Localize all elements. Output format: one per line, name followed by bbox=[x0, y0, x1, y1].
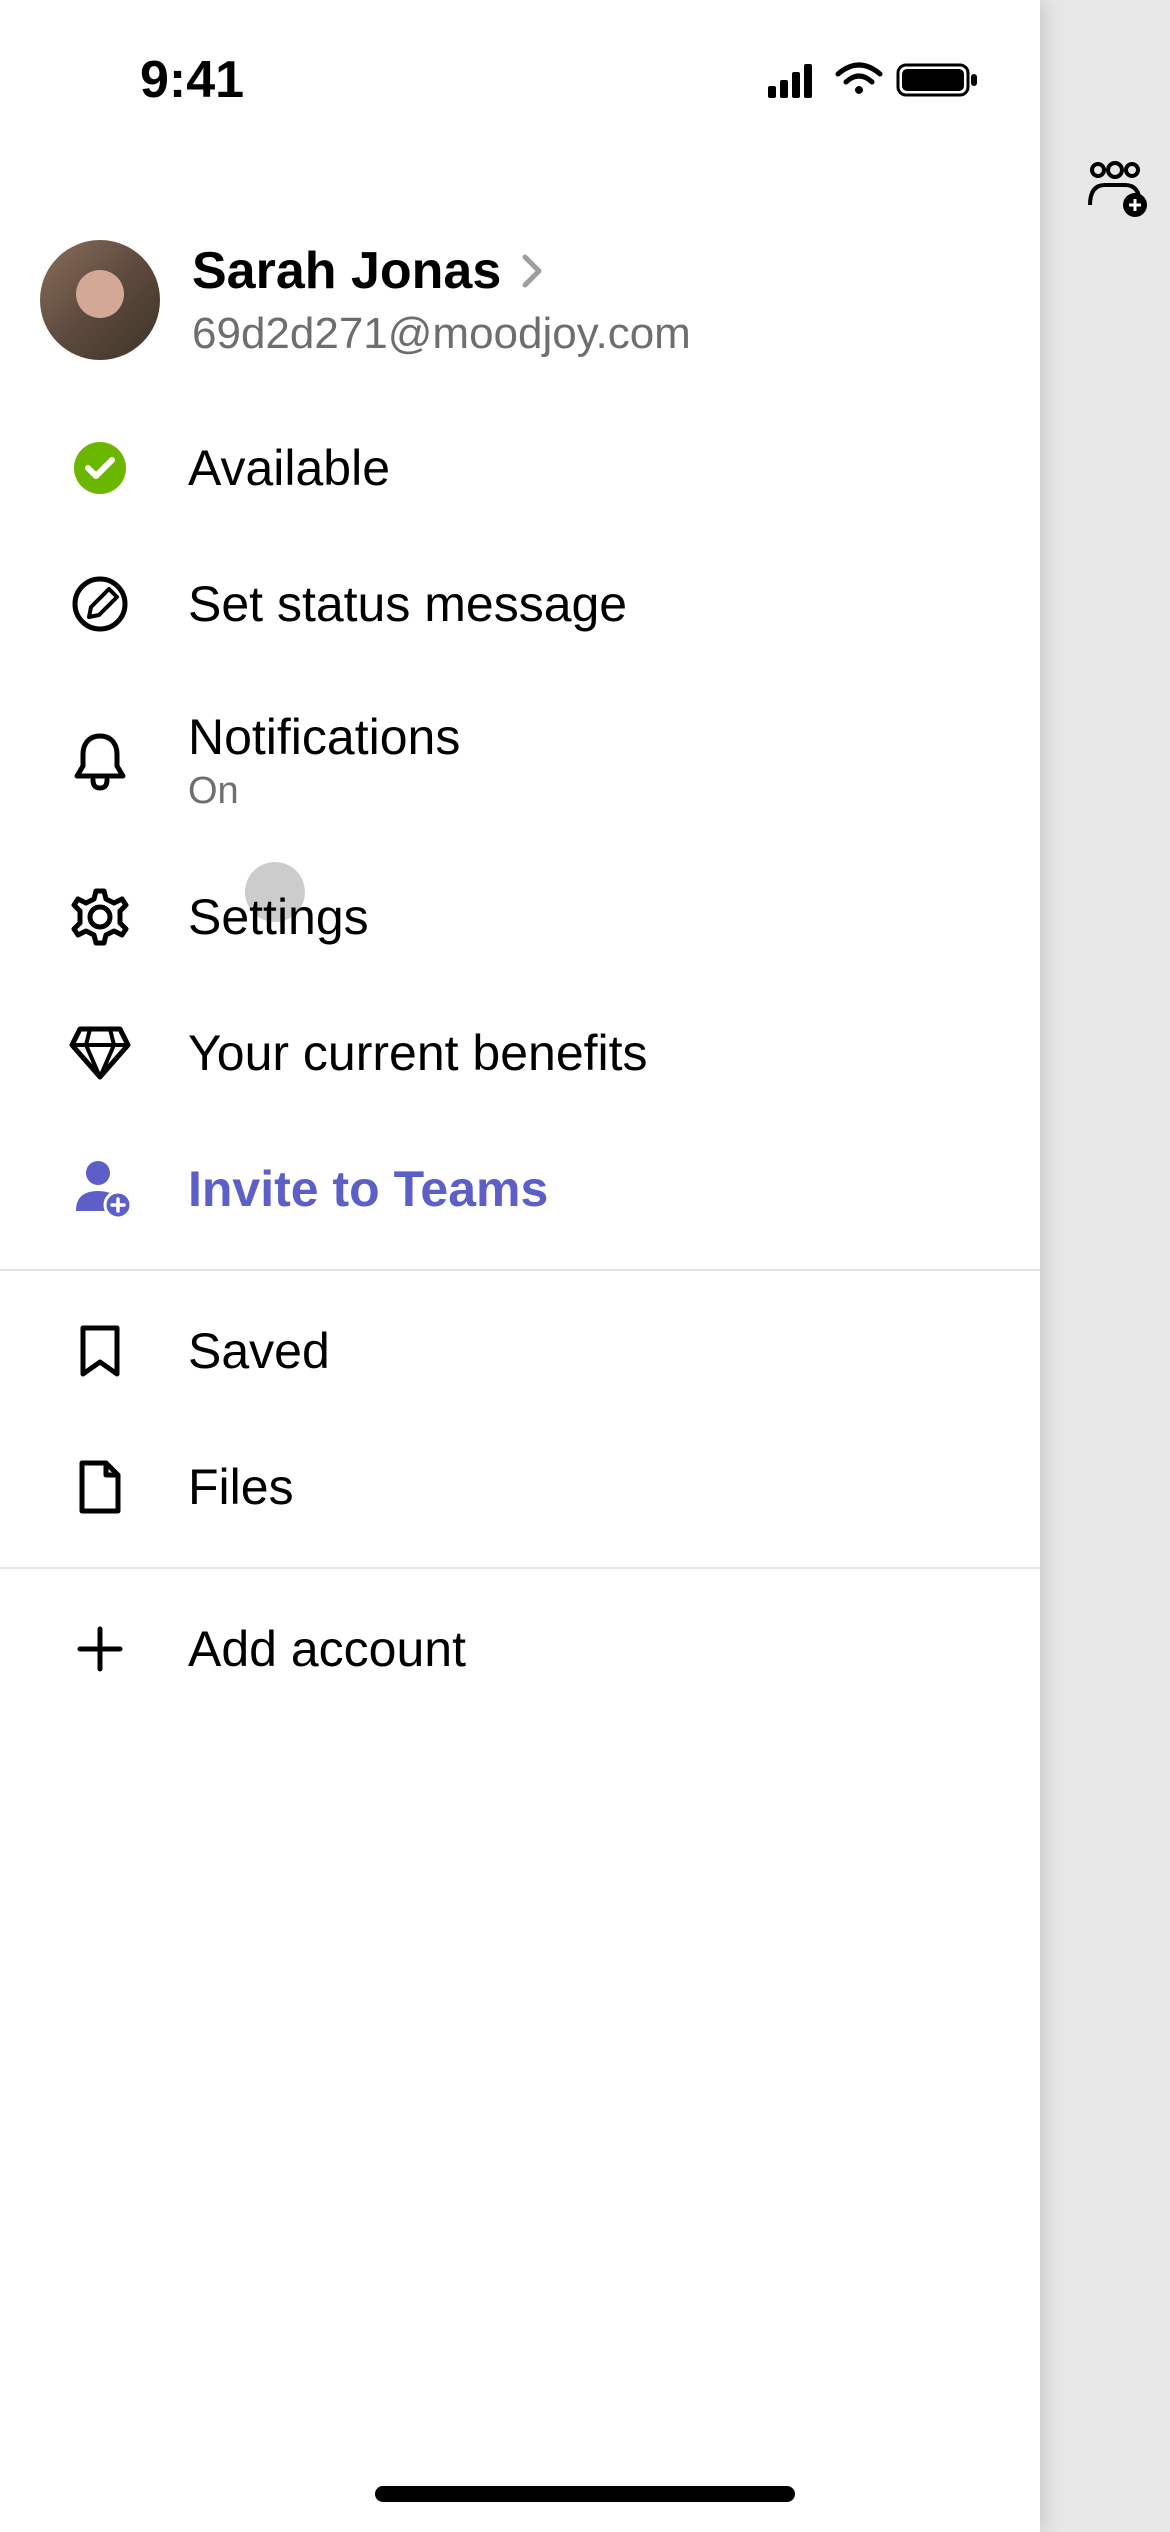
bookmark-icon bbox=[68, 1319, 132, 1383]
plus-icon bbox=[68, 1617, 132, 1681]
teams-add-icon bbox=[1080, 160, 1150, 225]
divider bbox=[0, 1567, 1040, 1569]
battery-icon bbox=[896, 61, 980, 99]
profile-row[interactable]: Sarah Jonas 69d2d271@moodjoy.com bbox=[0, 140, 1040, 400]
menu-item-benefits[interactable]: Your current benefits bbox=[0, 985, 1040, 1121]
available-icon bbox=[68, 436, 132, 500]
files-label: Files bbox=[188, 1458, 294, 1516]
divider bbox=[0, 1269, 1040, 1271]
file-icon bbox=[68, 1455, 132, 1519]
status-message-label: Set status message bbox=[188, 575, 627, 633]
notifications-value: On bbox=[188, 770, 460, 813]
diamond-icon bbox=[68, 1021, 132, 1085]
saved-label: Saved bbox=[188, 1322, 330, 1380]
menu-item-status-message[interactable]: Set status message bbox=[0, 536, 1040, 672]
menu-item-add-account[interactable]: Add account bbox=[0, 1581, 1040, 1717]
cellular-icon bbox=[768, 62, 822, 98]
status-time: 9:41 bbox=[40, 50, 244, 110]
bell-icon bbox=[68, 729, 132, 793]
status-icons bbox=[768, 61, 980, 99]
menu-item-notifications[interactable]: Notifications On bbox=[0, 672, 1040, 849]
status-label: Available bbox=[188, 439, 390, 497]
background-content[interactable] bbox=[1040, 0, 1170, 2532]
gear-icon bbox=[68, 885, 132, 949]
menu-item-files[interactable]: Files bbox=[0, 1419, 1040, 1555]
avatar bbox=[40, 240, 160, 360]
side-drawer: 9:41 Sarah Jonas bbox=[0, 0, 1040, 2532]
benefits-label: Your current benefits bbox=[188, 1024, 648, 1082]
profile-name: Sarah Jonas bbox=[192, 241, 501, 301]
menu-item-status[interactable]: Available bbox=[0, 400, 1040, 536]
profile-email: 69d2d271@moodjoy.com bbox=[192, 309, 691, 359]
chevron-right-icon bbox=[521, 253, 545, 289]
menu-item-invite[interactable]: Invite to Teams bbox=[0, 1121, 1040, 1257]
status-bar: 9:41 bbox=[0, 0, 1040, 140]
notifications-label: Notifications bbox=[188, 708, 460, 766]
menu-item-saved[interactable]: Saved bbox=[0, 1283, 1040, 1419]
add-account-label: Add account bbox=[188, 1620, 466, 1678]
touch-indicator bbox=[245, 862, 305, 922]
menu-item-settings[interactable]: Settings bbox=[0, 849, 1040, 985]
edit-icon bbox=[68, 572, 132, 636]
person-add-icon bbox=[68, 1157, 132, 1221]
invite-label: Invite to Teams bbox=[188, 1160, 548, 1218]
wifi-icon bbox=[834, 62, 884, 98]
home-indicator[interactable] bbox=[375, 2486, 795, 2502]
